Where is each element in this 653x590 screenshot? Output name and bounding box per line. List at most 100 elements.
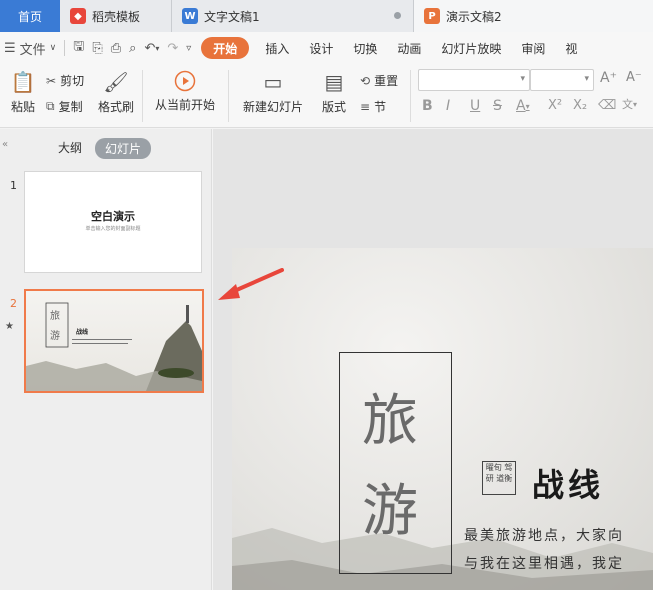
bold-icon[interactable]: B [422,98,433,114]
tab-outline[interactable]: 大纲 [58,139,82,156]
redo-icon[interactable]: ↷ [163,32,182,64]
divider [142,70,143,122]
save-icon[interactable]: 🖫 [69,32,88,64]
reset-button[interactable]: ⟲ 重置 [360,72,398,89]
paste-label: 粘贴 [10,100,35,114]
strikethrough-icon[interactable]: S [493,98,502,114]
slide-body-line: 与我在这里相遇，我定 [464,556,624,572]
clear-format-icon[interactable]: ⌫ [598,98,616,113]
chevron-down-icon: ∨ [49,43,57,53]
tab-presentation-2[interactable]: P 演示文稿2 [414,0,653,32]
thumbnail-char: 游 [50,331,60,342]
thumbnail-char: 旅 [50,311,60,322]
tab-slides[interactable]: 幻灯片 [95,138,152,159]
slide-number: 2 [10,297,17,310]
star-icon: ★ [5,321,14,332]
subscript-icon[interactable]: X₂ [573,98,587,113]
menu-animation[interactable]: 动画 [387,32,431,64]
divider [410,70,411,122]
reset-label: 重置 [374,74,399,88]
slide-title-char: 旅 [362,389,418,454]
new-slide-label: 新建幻灯片 [242,100,303,114]
print-icon[interactable]: ⎙ [107,32,125,64]
slide-panel: « 大纲 幻灯片 1 空白演示 单击输入您的封面副标题 2 ★ 旅 游 战线 [0,129,212,590]
menu-transition[interactable]: 切换 [343,32,387,64]
copy-label: 复制 [58,100,83,114]
tab-daoke-templates[interactable]: ◆ 稻壳模板 [60,0,172,32]
font-color-icon[interactable]: A ▾ [516,98,530,114]
document-tab-bar: 首页 ◆ 稻壳模板 W 文字文稿1 P 演示文稿2 [0,0,653,32]
chevron-down-icon: ▾ [520,74,525,84]
play-from-current-button[interactable]: 从当前开始 [150,70,220,113]
cut-label: 剪切 [60,74,85,88]
menu-insert[interactable]: 插入 [255,32,299,64]
undo-icon[interactable]: ↶ ▾ [140,32,163,64]
slide-heading: 战线 [532,466,605,504]
presentation-icon: P [424,8,440,24]
daoke-icon: ◆ [70,8,86,24]
section-label: 节 [374,100,387,114]
clipboard-icon: 📋 [10,70,36,94]
play-from-current-label: 从当前开始 [154,98,215,112]
tab-label: 文字文稿1 [204,9,260,24]
decrease-font-size-icon[interactable]: A⁻ [626,70,642,85]
brush-icon: 🖌 [103,70,129,94]
cut-button[interactable]: ✂ 剪切 [46,72,84,89]
menu-home[interactable]: 开始 [201,37,250,59]
thumbnail-title: 空白演示 [91,210,135,223]
divider [64,40,66,56]
font-size-select[interactable]: ▾ [530,69,594,91]
italic-icon[interactable]: I [446,98,450,114]
increase-font-size-icon[interactable]: A⁺ [600,70,617,86]
copy-icon: ⧉ [46,99,55,113]
menu-review[interactable]: 审阅 [511,32,555,64]
file-menu[interactable]: ☰ 文件 ∨ [0,32,60,64]
ribbon-toolbar: 📋 粘贴 ✂ 剪切 ⧉ 复制 🖌 格式刷 从当前开始 ▭ 新建幻灯片 ▤ 版式 … [0,64,653,128]
section-icon: ≡ [360,99,371,114]
slide-thumbnail-2[interactable]: 旅 游 战线 [24,289,204,393]
tab-home-label: 首页 [17,9,42,24]
export-icon[interactable]: ⎘ [88,32,106,64]
phonetic-guide-icon[interactable]: 文 ▾ [622,96,637,112]
thumbnail-text-line [72,343,128,344]
tab-label: 稻壳模板 [92,9,141,24]
format-painter-button[interactable]: 🖌 格式刷 [96,70,136,115]
tab-home[interactable]: 首页 [0,0,60,32]
unsaved-dot-icon[interactable] [394,12,401,19]
annotation-arrow-icon [218,268,284,300]
thumbnail-text-line [72,339,132,340]
play-icon [174,70,196,92]
menu-design[interactable]: 设计 [299,32,343,64]
collapse-panel-icon[interactable]: « [2,139,8,150]
file-menu-label: 文件 [19,42,46,58]
divider [228,70,229,122]
copy-button[interactable]: ⧉ 复制 [46,98,83,115]
menu-slideshow[interactable]: 幻灯片放映 [431,32,511,64]
seal-stamp: 曜旬 驾研 道衡 [482,461,516,495]
tab-label: 演示文稿2 [446,9,502,24]
layout-button[interactable]: ▤ 版式 [316,70,352,115]
format-painter-label: 格式刷 [97,100,134,114]
tab-document-1[interactable]: W 文字文稿1 [172,0,414,32]
hamburger-icon: ☰ [4,40,16,56]
thumbnail-subtitle: 单击输入您的封面副标题 [85,226,141,232]
menu-view[interactable]: 视 [555,32,587,64]
slide-thumbnail-1[interactable]: 空白演示 单击输入您的封面副标题 [24,171,202,273]
underline-icon[interactable]: U [470,98,480,114]
slide-body-line: 最美旅游地点，大家向 [464,528,624,544]
thumbnail-title: 战线 [76,329,89,336]
superscript-icon[interactable]: X² [548,98,562,113]
section-button[interactable]: ≡ 节 [360,98,386,115]
menu-bar: ☰ 文件 ∨ 🖫 ⎘ ⎙ ⌕ ↶ ▾ ↷ ▿ 开始 插入 设计 切换 动画 幻灯片… [0,32,653,64]
chevron-down-icon: ▾ [584,74,589,84]
paste-button[interactable]: 📋 粘贴 [6,70,40,115]
reset-icon: ⟲ [360,73,371,88]
preview-icon[interactable]: ⌕ [125,32,140,64]
font-family-select[interactable]: ▾ [418,69,530,91]
layout-icon: ▤ [324,70,344,94]
current-slide[interactable]: 旅 游 曜旬 驾研 道衡 战线 最美旅游地点，大家向 与我在这里相遇，我定 [232,248,653,590]
new-slide-button[interactable]: ▭ 新建幻灯片 [238,70,308,115]
customize-quick-access-icon[interactable]: ▿ [182,32,195,64]
slide-number: 1 [10,179,17,192]
scissors-icon: ✂ [46,73,57,88]
